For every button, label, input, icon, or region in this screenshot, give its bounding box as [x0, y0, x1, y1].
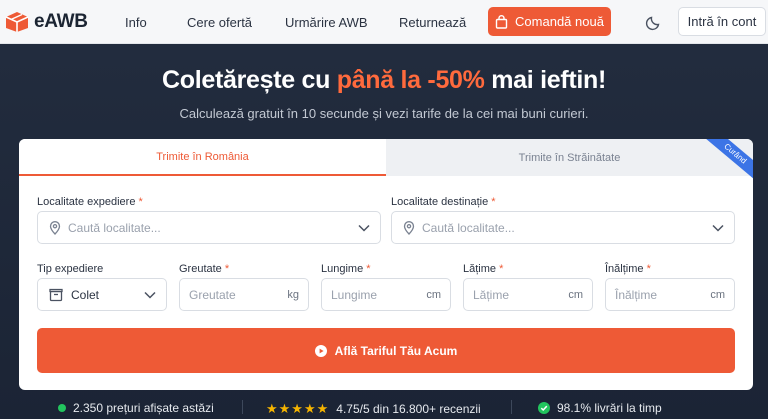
width-input[interactable]: Lățime cm: [463, 278, 593, 311]
dark-mode-moon-icon[interactable]: [645, 13, 663, 31]
shipment-type-select[interactable]: Colet: [37, 278, 167, 311]
weight-placeholder: Greutate: [189, 287, 236, 302]
weight-input[interactable]: Greutate kg: [179, 278, 309, 311]
length-placeholder: Lungime: [331, 287, 378, 302]
new-order-button[interactable]: Comandă nouă: [488, 7, 611, 36]
shopping-bag-icon: [495, 14, 508, 29]
stat-prices-text: 2.350 prețuri afișate astăzi: [73, 401, 214, 415]
nav-info[interactable]: Info: [125, 15, 147, 30]
brand-logo[interactable]: eAWB: [5, 11, 88, 33]
stat-rating-text: 4.75/5 din 16.800+ recenzii: [336, 402, 481, 416]
destination-locality-select[interactable]: Caută localitate...: [391, 211, 735, 244]
nav-return[interactable]: Returnează: [399, 15, 466, 30]
calculate-rate-label: Află Tariful Tău Acum: [334, 343, 458, 358]
height-label-text: Înălțime: [605, 263, 644, 275]
required-mark: *: [646, 263, 651, 275]
height-unit: cm: [710, 288, 725, 301]
package-logo-icon: [5, 12, 29, 32]
origin-label: Localitate expediere *: [37, 196, 143, 208]
shipping-calculator-card: Trimite în România Trimite în Străinătat…: [19, 139, 753, 390]
destination-placeholder: Caută localitate...: [422, 220, 515, 235]
hero-subline: Calculează gratuit în 10 secunde și vezi…: [179, 106, 589, 121]
check-circle-icon: [538, 402, 550, 414]
height-input[interactable]: Înălțime cm: [605, 278, 735, 311]
required-mark: *: [499, 263, 504, 275]
width-placeholder: Lățime: [473, 287, 510, 302]
origin-label-text: Localitate expediere: [37, 196, 136, 208]
length-label-text: Lungime: [321, 263, 364, 275]
length-label: Lungime *: [321, 263, 371, 275]
stat-rating: ★★★★★ 4.75/5 din 16.800+ recenzii: [266, 401, 481, 417]
shipment-type-value: Colet: [71, 287, 100, 302]
origin-placeholder: Caută localitate...: [68, 220, 161, 235]
width-label-text: Lățime: [463, 263, 497, 275]
destination-label-text: Localitate destinație: [391, 196, 489, 208]
required-mark: *: [366, 263, 371, 275]
required-mark: *: [224, 263, 230, 275]
weight-label: Greutate *: [179, 263, 229, 275]
nav-track-awb[interactable]: Urmărire AWB: [285, 15, 368, 30]
weight-unit: kg: [287, 288, 299, 301]
length-input[interactable]: Lungime cm: [321, 278, 451, 311]
hero-headline: Coletărește cu până la -50% mai ieftin!: [0, 66, 768, 95]
brand-name: eAWB: [34, 11, 88, 32]
rating-stars-icon: ★★★★★: [266, 401, 330, 416]
width-label: Lățime *: [463, 263, 503, 275]
chevron-down-icon: [358, 224, 370, 232]
required-mark: *: [491, 196, 496, 208]
stat-divider: [242, 400, 243, 414]
top-navbar: eAWB Info Cere ofertă Urmărire AWB Retur…: [0, 0, 768, 44]
login-button[interactable]: Intră în cont: [678, 7, 766, 36]
stat-delivery-text: 98.1% livrări la timp: [557, 401, 662, 415]
nav-request-offer[interactable]: Cere ofertă: [187, 15, 252, 30]
weight-label-text: Greutate: [179, 263, 222, 275]
chevron-down-icon: [712, 224, 724, 232]
headline-accent: până la -50%: [336, 66, 485, 94]
location-pin-icon: [49, 220, 61, 235]
required-mark: *: [138, 196, 143, 208]
destination-label: Localitate destinație *: [391, 196, 496, 208]
stat-delivery: 98.1% livrări la timp: [538, 401, 662, 415]
width-unit: cm: [568, 288, 583, 301]
stat-prices: 2.350 prețuri afișate astăzi: [58, 401, 214, 415]
chevron-down-icon: [144, 291, 156, 299]
shipment-type-label: Tip expediere: [37, 263, 104, 275]
origin-locality-select[interactable]: Caută localitate...: [37, 211, 381, 244]
new-order-label: Comandă nouă: [515, 14, 604, 29]
height-placeholder: Înălțime: [615, 287, 658, 302]
play-circle-icon: [314, 344, 327, 357]
length-unit: cm: [426, 288, 441, 301]
tab-domestic[interactable]: Trimite în România: [19, 139, 386, 176]
height-label: Înălțime *: [605, 263, 651, 275]
calculate-rate-button[interactable]: Află Tariful Tău Acum: [37, 328, 735, 373]
location-pin-icon: [403, 220, 415, 235]
status-dot-icon: [58, 404, 66, 412]
headline-end: mai ieftin!: [484, 66, 607, 94]
headline-start: Coletărește cu: [161, 66, 337, 94]
package-box-icon: [49, 288, 63, 301]
stat-divider: [511, 400, 512, 414]
tab-international[interactable]: Trimite în Străinătate: [386, 139, 753, 176]
